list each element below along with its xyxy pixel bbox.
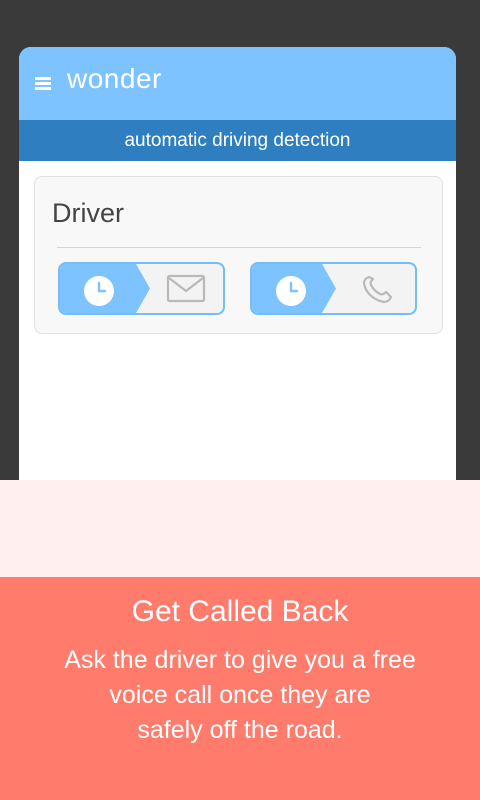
feature-promo-panel: Get Called Back Ask the driver to give y… — [0, 577, 480, 800]
clock-icon — [84, 276, 114, 306]
envelope-icon — [166, 274, 206, 303]
card-divider — [57, 247, 421, 248]
driver-title: Driver — [52, 198, 124, 228]
driving-detection-banner: automatic driving detection — [19, 120, 456, 161]
promo-line-1: Ask the driver to give you a free — [64, 646, 416, 674]
app-screen: wonder automatic driving detection Drive… — [19, 47, 456, 507]
hamburger-menu-icon[interactable] — [35, 77, 51, 90]
app-title: wonder — [67, 63, 162, 94]
driver-card: Driver — [34, 176, 443, 334]
call-later-button[interactable] — [250, 262, 417, 315]
phone-icon — [362, 275, 393, 304]
promo-line-2: voice call once they are — [109, 681, 371, 709]
promo-title: Get Called Back — [131, 595, 349, 628]
promo-top-panel — [0, 480, 480, 577]
promo-description: Ask the driver to give you a free voice … — [24, 643, 456, 748]
clock-icon — [276, 276, 306, 306]
message-later-button[interactable] — [58, 262, 225, 315]
app-header: wonder — [19, 47, 456, 120]
promo-line-3: safely off the road. — [137, 716, 343, 744]
